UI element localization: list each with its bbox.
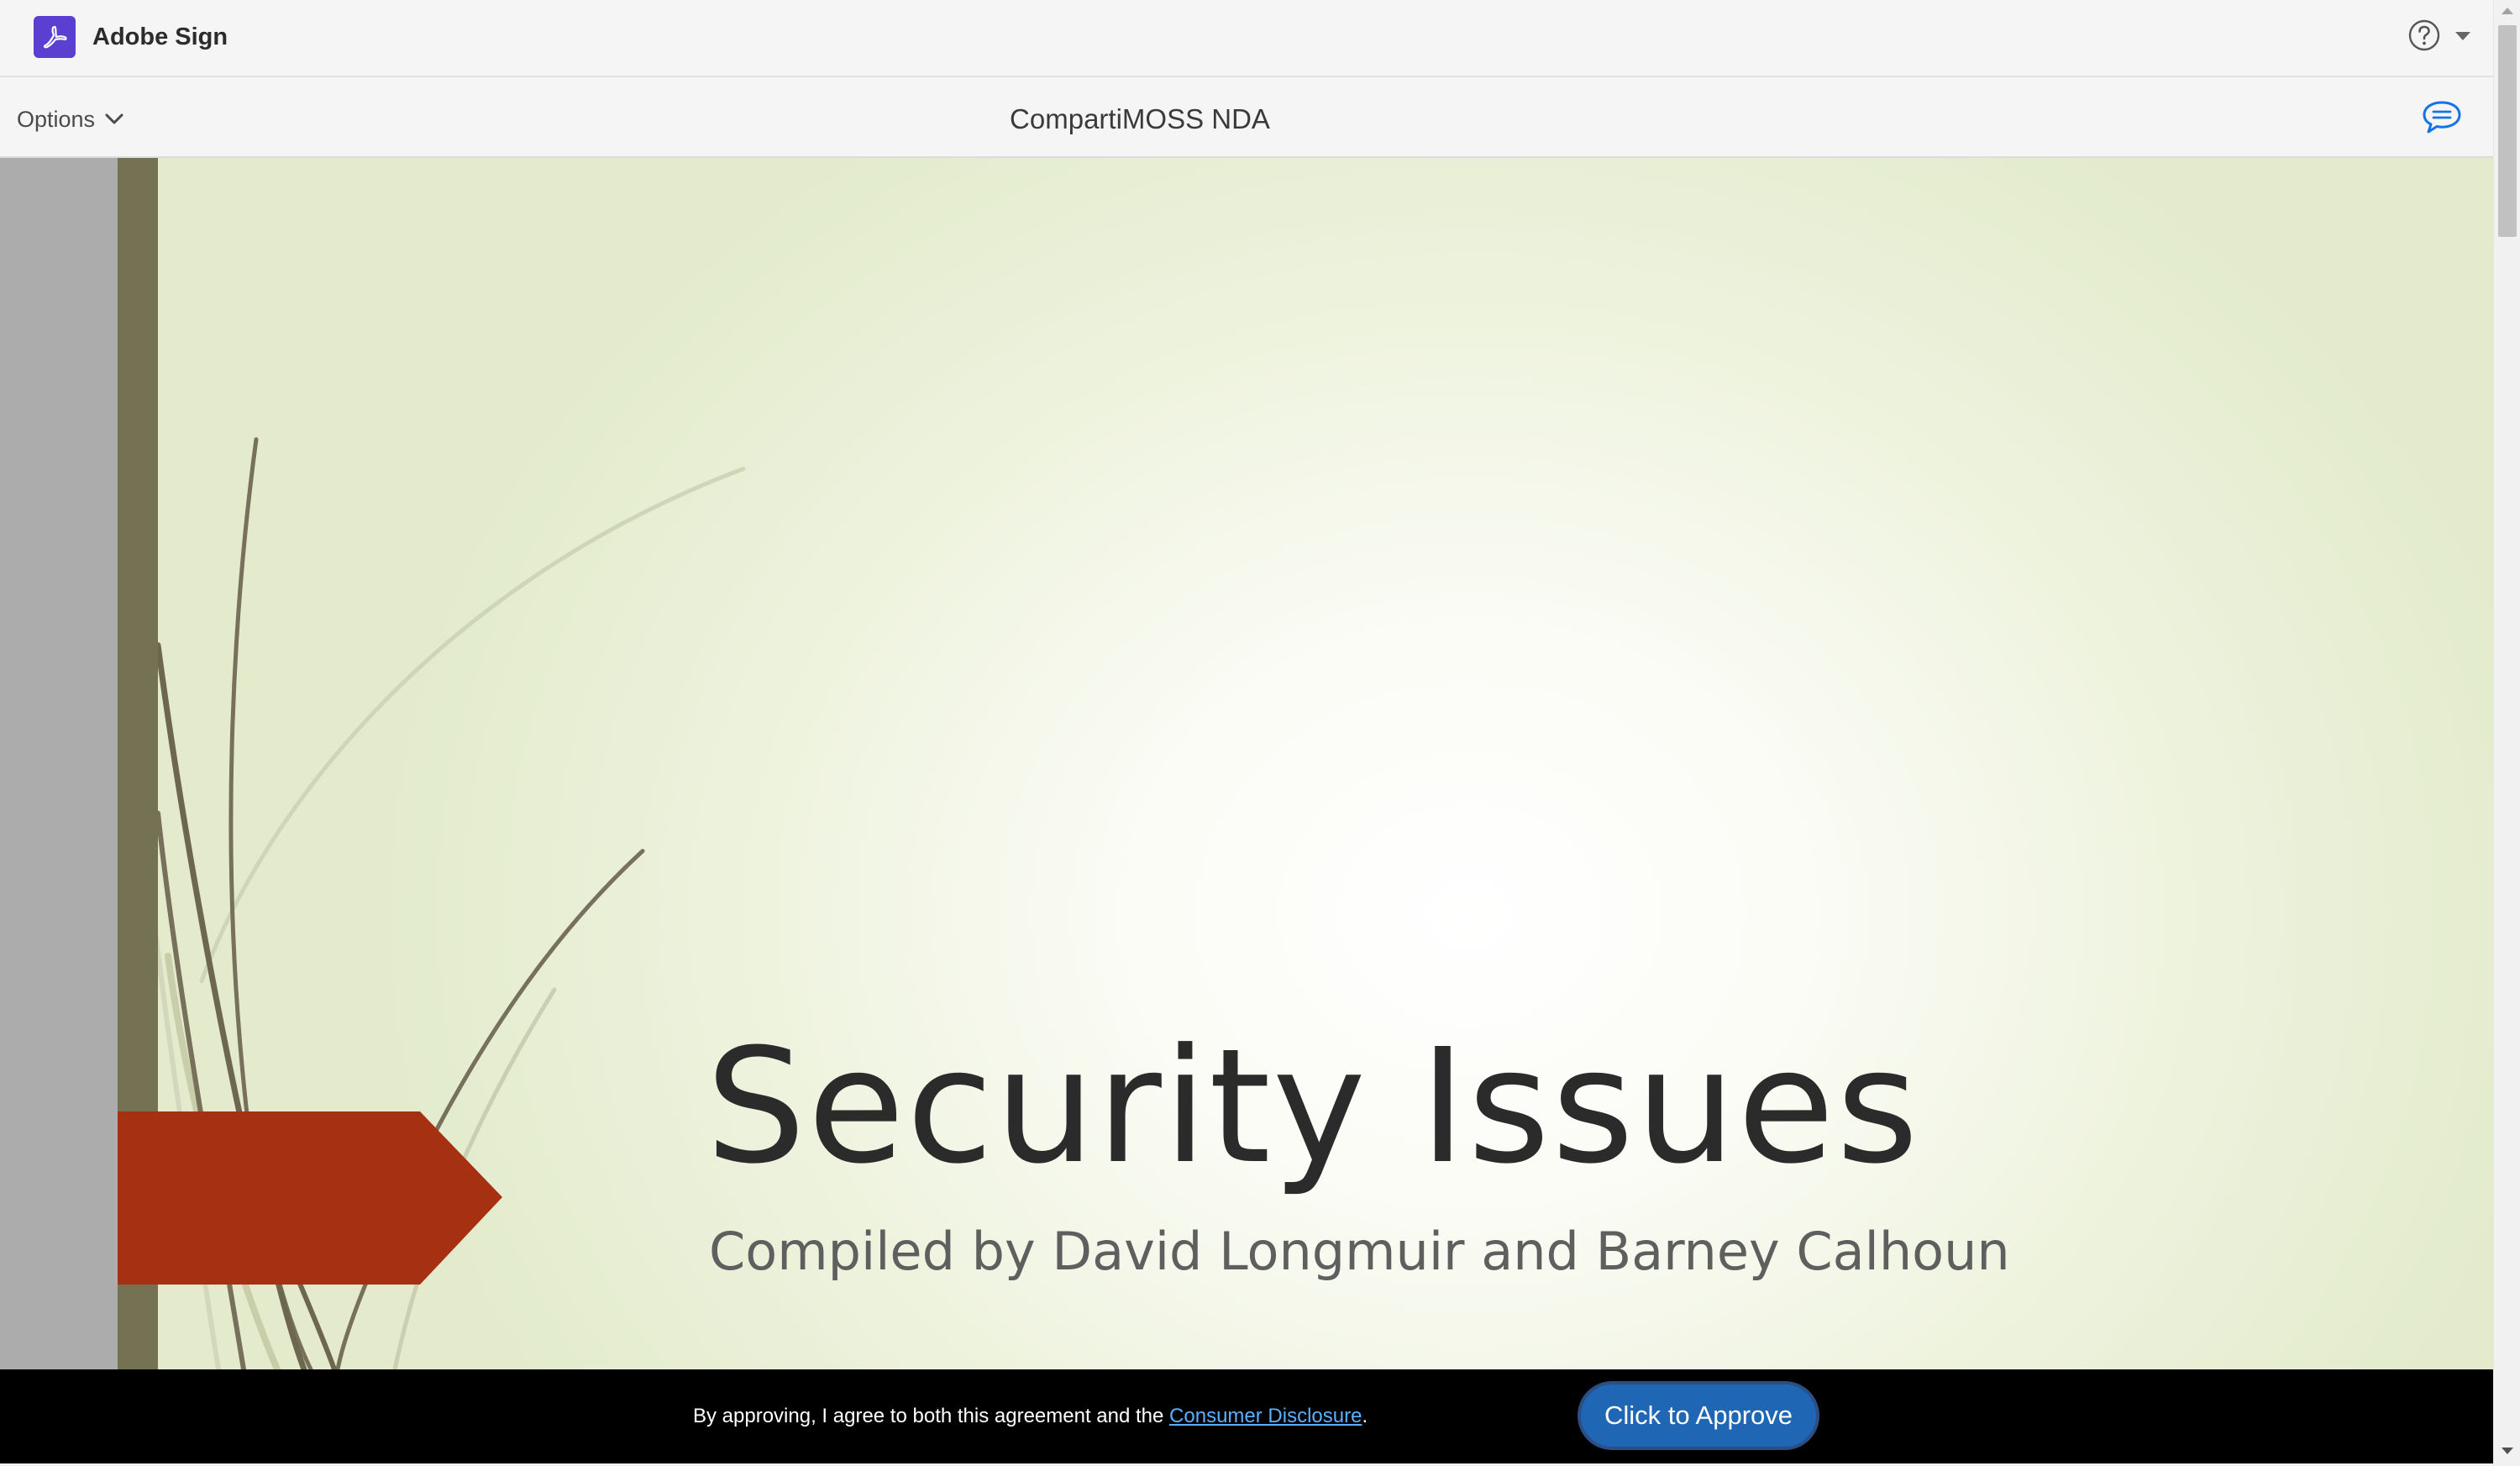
document-title: CompartiMOSS NDA	[1010, 103, 1270, 134]
app-name: Adobe Sign	[92, 24, 228, 50]
approval-bar: By approving, I agree to both this agree…	[0, 1369, 2493, 1463]
vertical-scrollbar[interactable]	[2493, 0, 2520, 1466]
slide-title: Security Issues	[706, 1015, 1920, 1199]
scroll-thumb[interactable]	[2498, 25, 2517, 237]
consumer-disclosure-link[interactable]: Consumer Disclosure	[1169, 1405, 1362, 1427]
consent-prefix: By approving, I agree to both this agree…	[693, 1405, 1170, 1427]
options-button[interactable]: Options	[17, 102, 123, 136]
options-label: Options	[17, 106, 96, 132]
document-page: Security Issues Compiled by David Longmu…	[118, 158, 2493, 1369]
adobe-acrobat-icon	[34, 16, 76, 58]
approve-button[interactable]: Click to Approve	[1578, 1381, 1819, 1450]
speech-bubble-icon[interactable]	[2421, 99, 2463, 136]
top-bar: Adobe Sign	[0, 0, 2493, 77]
scroll-down-arrow-icon[interactable]	[2501, 1447, 2514, 1455]
consent-suffix: .	[1362, 1405, 1368, 1427]
question-circle-icon[interactable]	[2407, 18, 2441, 52]
slide-subtitle: Compiled by David Longmuir and Barney Ca…	[709, 1221, 2010, 1282]
caret-down-icon[interactable]	[2454, 30, 2471, 40]
document-viewer[interactable]: Security Issues Compiled by David Longmu…	[0, 158, 2493, 1369]
document-toolbar: Options CompartiMOSS NDA	[0, 77, 2493, 158]
chevron-down-icon	[105, 113, 123, 124]
scroll-up-arrow-icon[interactable]	[2501, 7, 2514, 15]
consent-text: By approving, I agree to both this agree…	[693, 1403, 1368, 1430]
slide-arrow-shape	[118, 1111, 502, 1285]
